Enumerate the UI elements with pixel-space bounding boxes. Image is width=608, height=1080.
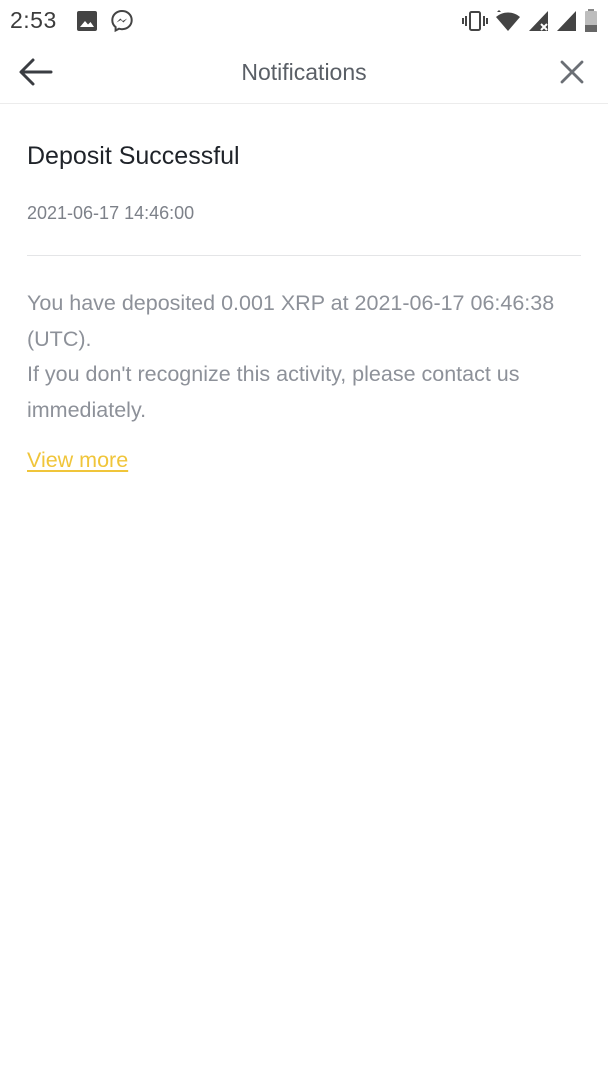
notification-content: Deposit Successful 2021-06-17 14:46:00 Y… [27, 104, 581, 473]
status-left-icons [76, 9, 134, 33]
battery-icon [584, 9, 598, 33]
status-right-icons [462, 9, 598, 33]
vibrate-icon [462, 10, 488, 32]
status-time: 2:53 [10, 7, 57, 33]
divider [27, 255, 581, 256]
wifi-icon [494, 10, 522, 32]
notification-detail-screen: 2:53 Notifications Deposit Successful 20… [0, 0, 608, 1080]
view-more-link[interactable]: View more [27, 448, 128, 473]
notification-body: You have deposited 0.001 XRP at 2021-06-… [27, 286, 581, 428]
notification-timestamp: 2021-06-17 14:46:00 [27, 203, 195, 223]
notification-body-line: You have deposited 0.001 XRP at 2021-06-… [27, 291, 555, 351]
close-icon [560, 60, 584, 84]
notification-body-line: If you don't recognize this activity, pl… [27, 362, 520, 422]
signal-icon [556, 10, 578, 32]
close-button[interactable] [552, 52, 592, 92]
status-bar: 2:53 [0, 0, 608, 40]
page-title: Notifications [241, 59, 367, 85]
notification-title: Deposit Successful [27, 142, 240, 170]
signal-x-icon [528, 10, 550, 32]
messenger-icon [110, 9, 134, 33]
app-bar: Notifications [0, 40, 608, 104]
image-icon [76, 10, 98, 32]
